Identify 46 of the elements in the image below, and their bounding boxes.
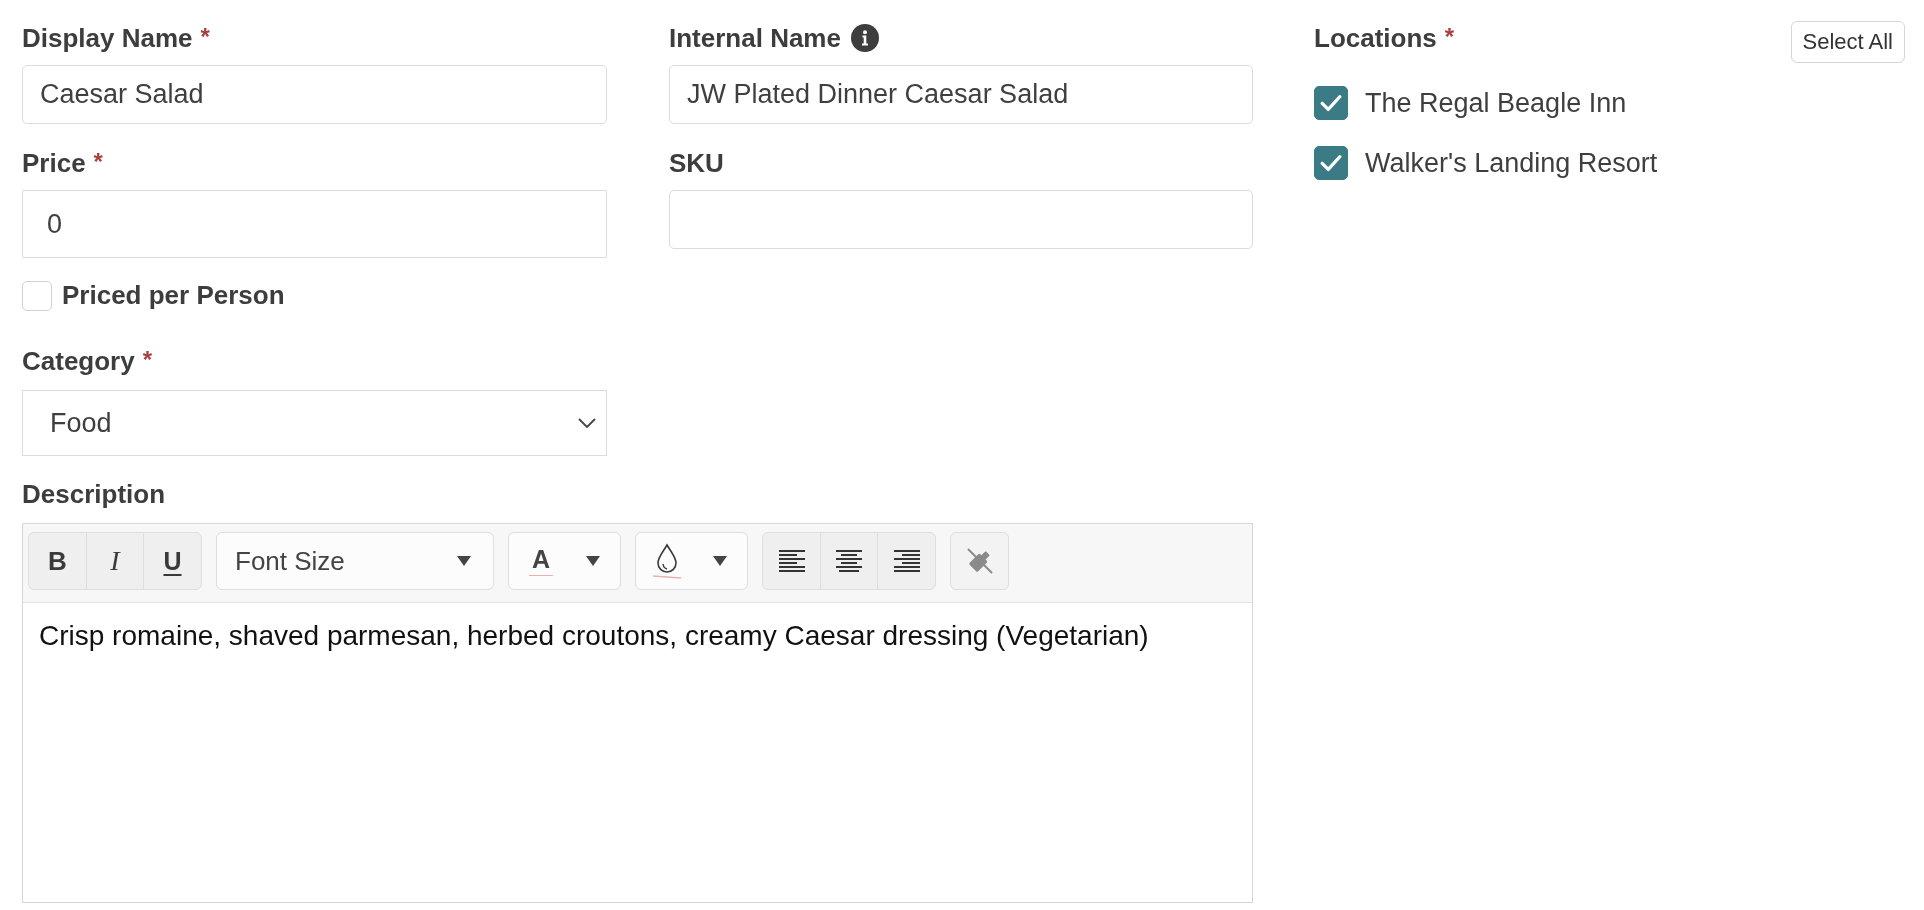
location-checkbox[interactable] [1314,86,1348,120]
bold-button[interactable]: B [28,532,87,590]
field-label: Locations [1314,23,1437,53]
category-select[interactable]: Food [22,390,607,456]
field-label: Price [22,148,86,178]
highlight-color-button[interactable] [635,532,748,590]
location-label[interactable]: The Regal Beagle Inn [1365,87,1627,119]
sku-input[interactable] [669,190,1253,249]
align-center-button[interactable] [819,532,879,590]
select-all-button[interactable]: Select All [1790,21,1905,63]
droplet-icon [653,543,681,579]
align-left-button[interactable] [762,532,821,590]
align-center-icon [836,550,862,572]
clear-format-button[interactable] [950,532,1009,590]
align-left-icon [778,550,805,572]
description-text-area[interactable]: Crisp romaine, shaved parmesan, herbed croutons, creamy Caesar dressing (Vegetarian) [23,603,1252,902]
checkbox-label[interactable]: Priced per Person [62,280,285,311]
location-label[interactable]: Walker's Landing Resort [1365,147,1658,179]
field-label: Category [22,346,135,376]
price-input[interactable]: 0 [22,190,607,258]
underline-button[interactable]: U [143,532,202,590]
field-label: Description [22,479,166,509]
field-label: SKU [669,148,724,178]
font-color-button[interactable]: A [508,532,621,590]
crossed-out-eraser-icon [964,546,995,576]
info-icon[interactable] [850,24,879,52]
align-right-icon [893,550,920,572]
location-checkbox[interactable] [1314,146,1348,180]
caret-icon [457,556,471,566]
font-size-dropdown[interactable]: Font Size [216,532,494,590]
align-right-button[interactable] [877,532,936,590]
required-marker: * [142,348,153,372]
check-icon [1320,94,1342,112]
checkbox[interactable] [22,280,52,311]
required-marker: * [200,25,210,49]
check-icon [1320,154,1342,172]
italic-button[interactable]: I [85,532,145,590]
caret-icon [586,556,600,566]
required-marker: * [1444,25,1455,49]
field-label: Internal Name [669,23,841,53]
field-label: Display Name [22,23,193,53]
caret-icon [713,556,727,566]
internal-name-input[interactable]: JW Plated Dinner Caesar Salad [669,65,1253,124]
chevron-down-icon [578,418,596,428]
display-name-input[interactable]: Caesar Salad [22,65,607,124]
required-marker: * [93,150,103,174]
